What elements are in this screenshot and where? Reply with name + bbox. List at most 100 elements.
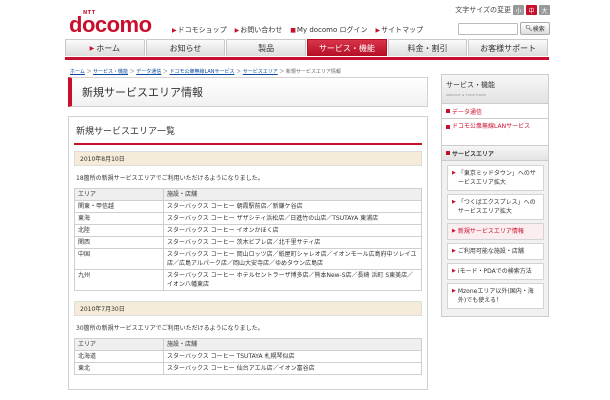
- nav-tab-label: お客様サポート: [480, 43, 537, 53]
- table-cell-store: スターバックス コーヒー TSUTAYA 札幌琴似店: [163, 350, 422, 363]
- sidebar-item-imode[interactable]: ▶ iモード・PDAでの検索方法: [447, 263, 544, 280]
- sidebar-item-label: 「東京ミッドタウン」へのサービスエリア拡大: [457, 170, 536, 186]
- arrow-right-icon: ▶: [452, 248, 456, 254]
- breadcrumb-services[interactable]: サービス・機能: [93, 69, 128, 75]
- font-size-large-button[interactable]: 大: [539, 5, 550, 15]
- square-bullet-icon: [446, 109, 450, 113]
- area-list-panel: 新規サービスエリア一覧 2010年8月10日 18箇所の新規サービスエリアでご利…: [68, 116, 428, 390]
- search-icon: 🔍︎: [525, 25, 533, 32]
- store-table: エリア 施設・店舗 北海道 スターバックス コーヒー TSUTAYA 札幌琴似店 …: [74, 338, 422, 375]
- sidebar-item-new-area[interactable]: ▶ 新規サービスエリア情報: [447, 223, 544, 240]
- nav-tab-label: お知らせ: [169, 43, 202, 53]
- table-cell-area: 九州: [74, 269, 164, 291]
- table-cell-area: 北海道: [74, 350, 164, 363]
- table-cell-store: スターバックス コーヒー 仙台アエル店／イオン富谷店: [163, 362, 422, 375]
- section-notice: 18箇所の新規サービスエリアでご利用いただけるようになりました。: [76, 175, 264, 182]
- nav-tab-news[interactable]: お知らせ: [145, 39, 226, 56]
- table-cell-store: スターバックス コーヒー 朝霞駅前店／新鎌ケ谷店: [163, 200, 422, 213]
- table-header-area: エリア: [74, 188, 164, 201]
- sidebar-item-label: 新規サービスエリア情報: [457, 228, 524, 235]
- arrow-right-icon: ▶: [452, 170, 456, 176]
- sidebar-title: サービス・機能: [446, 81, 495, 89]
- search-input[interactable]: [458, 22, 518, 35]
- nav-tab-label: サービス・機能: [318, 43, 375, 53]
- sidebar-link-label: データ通信: [452, 108, 483, 116]
- table-cell-store: スターバックス コーヒー 茨木ビブレ店／北千里サティ店: [163, 236, 422, 249]
- table-cell-area: 中国: [74, 248, 164, 270]
- font-size-label: 文字サイズの変更: [455, 6, 511, 14]
- table-cell-store: スターバックス コーヒー 岡山ロッツ店／紙屋町シャレオ店／イオンモール広島府中ソ…: [163, 248, 422, 270]
- sidebar-link-data[interactable]: データ通信: [441, 104, 549, 119]
- nav-tab-label: 製品: [258, 43, 275, 53]
- breadcrumb-current: 新規サービスエリア情報: [285, 69, 341, 75]
- utility-link-shop[interactable]: ▶ ドコモショップ: [172, 25, 227, 35]
- page-title: 新規サービスエリア情報: [68, 77, 428, 107]
- table-header-row: エリア 施設・店舗: [74, 188, 422, 201]
- nav-tab-label: 料金・割引: [407, 43, 448, 53]
- sidebar-item-midtown[interactable]: ▶ 「東京ミッドタウン」へのサービスエリア拡大: [447, 165, 544, 191]
- table-row: 関東・甲信越 スターバックス コーヒー 朝霞駅前店／新鎌ケ谷店: [74, 200, 422, 213]
- table-row: 中国 スターバックス コーヒー 岡山ロッツ店／紙屋町シャレオ店／イオンモール広島府…: [74, 248, 422, 270]
- lock-icon: ■: [290, 26, 296, 34]
- sidebar-item-label: Mzoneエリア以外(国内・海外)でも使える！: [457, 288, 534, 304]
- arrow-right-icon: ▶: [234, 26, 240, 34]
- sidebar-header[interactable]: サービス・機能 SERVICE & FUNCTIONS: [441, 74, 549, 104]
- sidebar-item-facilities[interactable]: ▶ ご利用可能な施設・店舗: [447, 243, 544, 260]
- font-size-control: 文字サイズの変更 小 中 大: [455, 5, 550, 15]
- nav-tab-home[interactable]: ▶ ホーム: [65, 39, 145, 56]
- utility-link-mydocomo[interactable]: ■ My docomo ログイン: [290, 25, 367, 35]
- main-content: 新規サービスエリア情報 新規サービスエリア一覧 2010年8月10日 18箇所の…: [68, 77, 428, 390]
- nav-tab-label: ホーム: [96, 43, 121, 53]
- section-date: 2010年7月30日: [74, 301, 422, 316]
- square-bullet-icon: [446, 125, 450, 129]
- table-cell-store: スターバックス コーヒー イオンかほく店: [163, 224, 422, 237]
- table-row: 関西 スターバックス コーヒー 茨木ビブレ店／北千里サティ店: [74, 236, 422, 249]
- utility-link-label: お問い合わせ: [240, 26, 283, 34]
- table-row: 北海道 スターバックス コーヒー TSUTAYA 札幌琴似店: [74, 350, 422, 363]
- section-date: 2010年8月10日: [74, 151, 422, 166]
- utility-link-sitemap[interactable]: ▶ サイトマップ: [376, 25, 424, 35]
- breadcrumb-data[interactable]: データ通信: [136, 69, 161, 75]
- sidebar-item-label: 「つくばエクスプレス」へのサービスエリア拡大: [457, 199, 536, 215]
- utility-link-label: My docomo ログイン: [296, 26, 368, 34]
- docomo-logo[interactable]: docomo: [69, 12, 152, 38]
- search-button[interactable]: 🔍︎ 検索: [520, 22, 550, 35]
- table-row: 九州 スターバックス コーヒー ホテルセントラーザ博多店／熊本New-S店／長崎 …: [74, 269, 422, 291]
- sidebar-link-label: ドコモ公衆無線LANサービス: [452, 123, 531, 130]
- panel-title: 新規サービスエリア一覧: [74, 117, 422, 145]
- search-button-label: 検索: [532, 26, 545, 33]
- utility-link-label: サイトマップ: [381, 26, 424, 34]
- arrow-right-icon: ▶: [452, 199, 456, 205]
- table-cell-area: 東北: [74, 362, 164, 375]
- arrow-right-icon: ▶: [89, 44, 95, 52]
- nav-tab-charges[interactable]: 料金・割引: [387, 39, 468, 56]
- arrow-right-icon: ▶: [375, 26, 381, 34]
- breadcrumb-area[interactable]: サービスエリア: [243, 69, 278, 75]
- sidebar-item-tsukuba[interactable]: ▶ 「つくばエクスプレス」へのサービスエリア拡大: [447, 194, 544, 220]
- nav-tab-services[interactable]: サービス・機能: [307, 39, 387, 56]
- utility-links: ▶ ドコモショップ ▶ お問い合わせ ■ My docomo ログイン ▶ サイトマップ: [172, 25, 423, 35]
- table-cell-area: 関西: [74, 236, 164, 249]
- sidebar-current-section[interactable]: サービスエリア: [441, 146, 549, 161]
- utility-link-contact[interactable]: ▶ お問い合わせ: [235, 25, 283, 35]
- breadcrumb: ホーム ＞ サービス・機能 ＞ データ通信 ＞ ドコモ公衆無線LANサービス ＞…: [70, 69, 341, 75]
- table-row: 東海 スターバックス コーヒー ザザシティ浜松店／日進竹の山店／TSUTAYA 東…: [74, 212, 422, 225]
- font-size-small-button[interactable]: 小: [513, 5, 524, 15]
- nav-tab-support[interactable]: お客様サポート: [468, 39, 549, 56]
- sidebar-item-mzone[interactable]: ▶ Mzoneエリア以外(国内・海外)でも使える！: [447, 283, 544, 309]
- sidebar-subtitle: SERVICE & FUNCTIONS: [446, 93, 487, 97]
- table-row: 北陸 スターバックス コーヒー イオンかほく店: [74, 224, 422, 237]
- breadcrumb-home[interactable]: ホーム: [70, 69, 85, 75]
- table-header-row: エリア 施設・店舗: [74, 338, 422, 351]
- table-cell-store: スターバックス コーヒー ザザシティ浜松店／日進竹の山店／TSUTAYA 東浦店: [163, 212, 422, 225]
- font-size-medium-button[interactable]: 中: [526, 5, 537, 15]
- square-bullet-icon: [446, 151, 450, 155]
- page: NTT docomo 文字サイズの変更 小 中 大 🔍︎ 検索 ▶ ドコモショップ…: [60, 0, 550, 400]
- arrow-right-icon: ▶: [452, 228, 456, 234]
- nav-tab-products[interactable]: 製品: [226, 39, 307, 56]
- global-nav: ▶ ホーム お知らせ 製品 サービス・機能 料金・割引 お客様サポート: [65, 39, 549, 60]
- breadcrumb-lan[interactable]: ドコモ公衆無線LANサービス: [169, 69, 234, 75]
- table-cell-area: 東海: [74, 212, 164, 225]
- sidebar-link-lan[interactable]: ドコモ公衆無線LANサービス: [441, 119, 549, 146]
- sidebar-section-label: サービスエリア: [452, 150, 495, 158]
